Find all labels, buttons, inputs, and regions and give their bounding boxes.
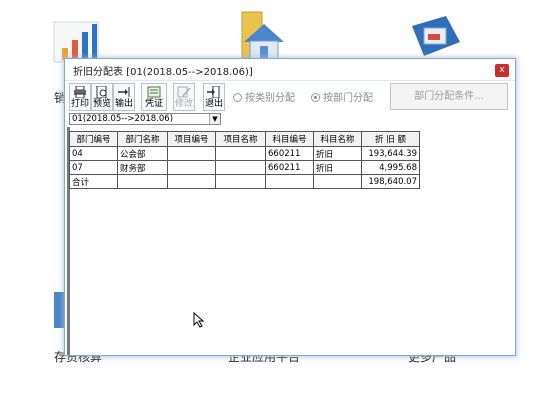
header-account-name[interactable]: 科目名称: [313, 131, 362, 147]
depreciation-table: 部门编号 部门名称 项目编号 项目名称 科目编号 科目名称 折 旧 额 04 公…: [69, 131, 420, 189]
preview-icon: [96, 86, 107, 98]
cell-amount[interactable]: 4,995.68: [361, 160, 420, 175]
close-button[interactable]: x: [495, 64, 509, 77]
modify-label: 修改: [174, 99, 193, 109]
print-button[interactable]: 打印: [69, 83, 91, 111]
cell-project-code[interactable]: [167, 160, 216, 175]
export-icon: [118, 87, 130, 97]
house-icon[interactable]: [238, 8, 286, 60]
radio-button-icon: [233, 93, 242, 102]
cell-empty[interactable]: [117, 174, 168, 189]
voucher-icon: [147, 86, 161, 98]
voucher-button[interactable]: 凭证: [141, 83, 167, 111]
header-account-code[interactable]: 科目编号: [265, 131, 314, 147]
cell-total-amount[interactable]: 198,640.07: [361, 174, 420, 189]
header-project-name[interactable]: 项目名称: [215, 131, 266, 147]
export-label: 输出: [114, 99, 133, 109]
cell-project-code[interactable]: [167, 146, 216, 161]
table-header-row: 部门编号 部门名称 项目编号 项目名称 科目编号 科目名称 折 旧 额: [69, 131, 420, 147]
cell-account-code[interactable]: 660211: [265, 146, 314, 161]
export-button[interactable]: 输出: [113, 83, 135, 111]
exit-icon: [207, 86, 220, 98]
preview-label: 预览: [92, 99, 111, 109]
cell-empty[interactable]: [265, 174, 314, 189]
period-value: 01(2018.05-->2018.06): [72, 114, 174, 124]
modify-button[interactable]: 修改: [173, 83, 195, 111]
cell-dept-name[interactable]: 财务部: [117, 160, 168, 175]
header-project-code[interactable]: 项目编号: [167, 131, 216, 147]
cell-dept-name[interactable]: 公会部: [117, 146, 168, 161]
header-depreciation-amount[interactable]: 折 旧 额: [361, 131, 420, 147]
print-label: 打印: [70, 99, 89, 109]
cell-empty[interactable]: [313, 174, 362, 189]
printer-icon: [74, 86, 86, 98]
exit-label: 退出: [204, 99, 223, 109]
preview-button[interactable]: 预览: [91, 83, 113, 111]
exit-button[interactable]: 退出: [203, 83, 225, 111]
cell-empty[interactable]: [167, 174, 216, 189]
cell-project-name[interactable]: [215, 160, 266, 175]
cell-account-name[interactable]: 折旧: [313, 146, 362, 161]
edit-icon: [177, 86, 191, 98]
period-dropdown[interactable]: 01(2018.05-->2018.06) ▼: [69, 113, 221, 125]
table-row[interactable]: 07 财务部 660211 折旧 4,995.68: [69, 160, 420, 175]
by-category-radio[interactable]: 按类别分配: [233, 89, 295, 104]
department-condition-button[interactable]: 部门分配条件...: [390, 83, 508, 110]
chevron-down-icon[interactable]: ▼: [209, 114, 220, 124]
cell-account-name[interactable]: 折旧: [313, 160, 362, 175]
radio-button-selected-icon: [311, 93, 320, 102]
cell-amount[interactable]: 193,644.39: [361, 146, 420, 161]
cell-account-code[interactable]: 660211: [265, 160, 314, 175]
header-dept-name[interactable]: 部门名称: [117, 131, 168, 147]
depreciation-allocation-dialog: 折旧分配表 [01(2018.05-->2018.06)] x 打印 预览 输出…: [64, 58, 516, 356]
cell-dept-code[interactable]: 04: [69, 146, 118, 161]
monitor-icon[interactable]: [402, 12, 460, 64]
table-row[interactable]: 04 公会部 660211 折旧 193,644.39: [69, 146, 420, 161]
cell-total-label[interactable]: 合计: [69, 174, 118, 189]
by-department-radio[interactable]: 按部门分配: [311, 89, 373, 104]
dialog-title: 折旧分配表 [01(2018.05-->2018.06)]: [73, 67, 253, 78]
by-category-label: 按类别分配: [245, 93, 295, 104]
header-dept-code[interactable]: 部门编号: [69, 131, 118, 147]
cell-dept-code[interactable]: 07: [69, 160, 118, 175]
cell-project-name[interactable]: [215, 146, 266, 161]
table-total-row[interactable]: 合计 198,640.07: [69, 174, 420, 189]
voucher-label: 凭证: [144, 99, 163, 109]
dialog-titlebar[interactable]: 折旧分配表 [01(2018.05-->2018.06)] x: [65, 59, 515, 81]
mouse-cursor-icon: [193, 312, 205, 328]
by-department-label: 按部门分配: [323, 93, 373, 104]
cell-empty[interactable]: [215, 174, 266, 189]
